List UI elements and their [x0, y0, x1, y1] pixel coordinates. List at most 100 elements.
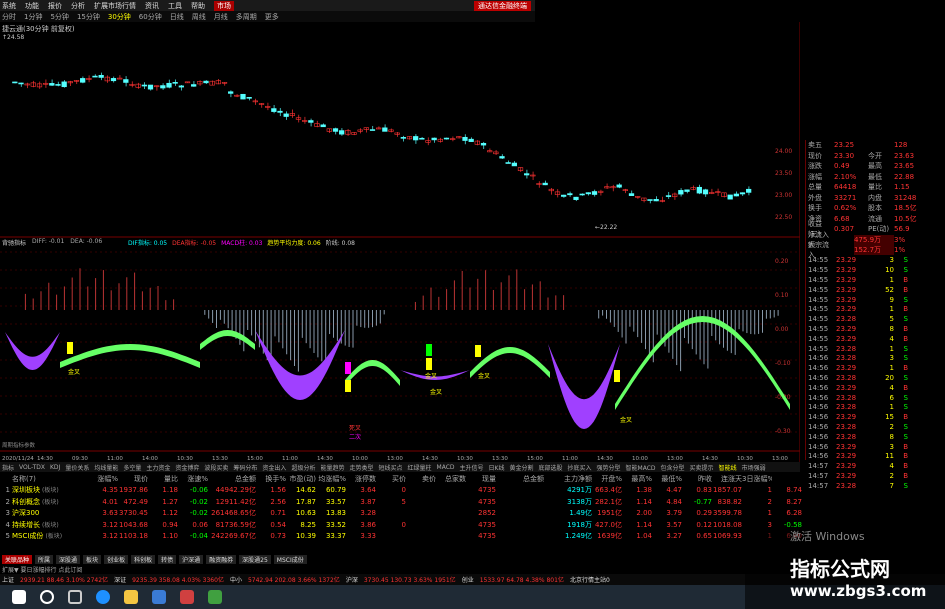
indicator-tab[interactable]: VOL-TDX: [19, 464, 45, 471]
app-icon[interactable]: [180, 590, 194, 604]
candlestick: [684, 189, 690, 192]
bottom-tab[interactable]: MSCI成份: [273, 554, 307, 564]
table-row[interactable]: 5 MSCI成份 (板块) 3.12 1103.18 1.10 -0.04 242269.67…: [0, 531, 802, 543]
tick-volume: 3: [889, 442, 894, 451]
alert-banner[interactable]: 通达信金融终端: [474, 1, 531, 11]
table-row[interactable]: 1 深圳板块 (板块) 4.35 1937.86 1.18 -0.06 44942.29亿 1.…: [0, 485, 802, 497]
indicator-tab[interactable]: 多空量: [123, 463, 141, 472]
search-icon[interactable]: [40, 590, 54, 604]
row-cell: 1103.18: [119, 532, 148, 541]
bottom-tab[interactable]: 科创板: [131, 554, 156, 564]
app-icon-2[interactable]: [208, 590, 222, 604]
menu-item[interactable]: 功能: [25, 1, 39, 11]
menu-item[interactable]: 报价: [48, 1, 62, 11]
candlestick: [542, 182, 548, 186]
indicator-tab[interactable]: 量价关系: [65, 463, 89, 472]
bottom-tab[interactable]: 融资融券: [206, 554, 237, 564]
store-icon[interactable]: [152, 590, 166, 604]
bottom-tab[interactable]: 所属: [35, 554, 54, 564]
table-row[interactable]: 2 科创概念 (板块) 4.01 472.49 1.27 -0.02 12911.42亿 2.5…: [0, 496, 802, 508]
menu-badge[interactable]: 市场: [214, 0, 234, 11]
menu-item[interactable]: 扩展市场行情: [94, 1, 136, 11]
quote-value: 33271: [834, 193, 857, 202]
indicator-tab[interactable]: MACD: [437, 464, 455, 471]
tick-row: 14:56 23.29 15 B: [806, 412, 945, 422]
row-cell: 3.63: [102, 509, 118, 518]
menu-item[interactable]: 系统: [2, 1, 16, 11]
indicator-tab[interactable]: 买卖提示: [690, 463, 714, 472]
indicator-tab[interactable]: 强势分型: [597, 463, 621, 472]
row-name[interactable]: 科创概念 (板块): [12, 497, 88, 507]
row-name[interactable]: MSCI成份 (板块): [12, 531, 88, 541]
tick-direction: S: [903, 403, 908, 412]
menu-item[interactable]: 工具: [168, 1, 182, 11]
sector-table[interactable]: 名称(7) 涨幅% 现价 量比 涨速% 总金额 换手% 市盈(动) 均涨幅% 涨停数 买价 卖价 总家数…: [0, 473, 802, 543]
bottom-tab[interactable]: 创业板: [104, 554, 129, 564]
period-tab[interactable]: 1分钟: [24, 12, 42, 22]
period-tab[interactable]: 日线: [170, 12, 184, 22]
menu-item[interactable]: 分析: [71, 1, 85, 11]
bottom-tab[interactable]: 板块: [83, 554, 102, 564]
kline-chart[interactable]: 24.00 23.50 23.00 22.50 0.20 0.10 0.00 -0.10 -0.…: [0, 22, 800, 462]
indicator-tab[interactable]: 资金博弈: [175, 463, 199, 472]
bottom-tab[interactable]: 深股通: [56, 554, 81, 564]
edge-browser-icon[interactable]: [96, 590, 110, 604]
windows-start-icon[interactable]: [12, 590, 26, 604]
row-cell: 3.86: [360, 520, 376, 529]
indicator-tab[interactable]: 波段买卖: [204, 463, 228, 472]
indicator-tab[interactable]: 黄金分割: [509, 463, 533, 472]
task-view-icon[interactable]: [68, 590, 82, 604]
indicator-tab[interactable]: 红绿量柱: [408, 463, 432, 472]
indicator-tab[interactable]: 资金出入: [262, 463, 286, 472]
candlestick: [191, 84, 197, 87]
period-tab[interactable]: 月线: [214, 12, 228, 22]
indicator-tab[interactable]: 智能MACD: [626, 463, 656, 472]
bottom-tab[interactable]: 沪深通: [179, 554, 204, 564]
period-tab[interactable]: 多周期: [236, 12, 257, 22]
indicator-tab[interactable]: 市场强弱: [742, 463, 766, 472]
indicator-tab[interactable]: 短线买点: [378, 463, 402, 472]
row-cell: 17.87: [295, 497, 316, 506]
indicator-tab[interactable]: 日K线: [489, 463, 505, 472]
indicator-tab[interactable]: 能量趋势: [320, 463, 344, 472]
indicator-tab[interactable]: 均线量能: [94, 463, 118, 472]
file-explorer-icon[interactable]: [124, 590, 138, 604]
indicator-tab[interactable]: 超级分析: [291, 463, 315, 472]
table-row[interactable]: 4 持续增长 (板块) 3.12 1043.68 0.94 0.06 81736.59亿 0.5…: [0, 519, 802, 531]
candlestick: [55, 84, 61, 86]
indicator-tab[interactable]: 指标: [2, 463, 14, 472]
row-name[interactable]: 沪深300: [12, 508, 88, 518]
table-row[interactable]: 3 沪深300 3.63 3730.45 1.12 -0.02 261468.65亿 0.71…: [0, 508, 802, 520]
indicator-tab[interactable]: 主力资金: [146, 463, 170, 472]
row-name[interactable]: 深圳板块 (板块): [12, 485, 88, 495]
period-tab[interactable]: 5分钟: [50, 12, 68, 22]
period-tab[interactable]: 分时: [2, 12, 16, 22]
period-tab[interactable]: 60分钟: [139, 12, 162, 22]
watermark-title: 指标公式网: [790, 557, 890, 581]
tick-price: 23.29: [836, 462, 857, 471]
bottom-tab[interactable]: 转债: [158, 554, 177, 564]
status-value: 9235.39 358.08 4.03% 3360亿: [132, 577, 224, 584]
indicator-tab[interactable]: 主升信号: [460, 463, 484, 472]
indicator-tab[interactable]: 底部选股: [538, 463, 562, 472]
indicator-tab[interactable]: 智能线: [719, 463, 737, 472]
row-name[interactable]: 持续增长 (板块): [12, 520, 88, 530]
period-tab[interactable]: 周线: [192, 12, 206, 22]
period-tab[interactable]: 30分钟: [108, 12, 131, 22]
row-index: 4: [5, 520, 10, 529]
menu-item[interactable]: 帮助: [191, 1, 205, 11]
indicator-tab[interactable]: 走势类型: [349, 463, 373, 472]
menu-item[interactable]: 资讯: [145, 1, 159, 11]
indicator-tab[interactable]: 筹码分布: [233, 463, 257, 472]
period-tab[interactable]: 更多: [265, 12, 279, 22]
quote-value: 128: [894, 141, 908, 150]
bottom-tab[interactable]: 深股通25: [239, 554, 271, 564]
bottom-tab[interactable]: 关联品种: [2, 554, 33, 564]
candlestick: [499, 156, 505, 159]
indicator-tab[interactable]: 包含分型: [661, 463, 685, 472]
indicator-tab[interactable]: 抄底买入: [568, 463, 592, 472]
news-line[interactable]: 扩展▼ 要日涨幅排行 点此订阅: [0, 565, 800, 574]
signal-marker: [475, 345, 481, 357]
period-tab[interactable]: 15分钟: [77, 12, 100, 22]
indicator-tab[interactable]: KDJ: [50, 464, 60, 471]
